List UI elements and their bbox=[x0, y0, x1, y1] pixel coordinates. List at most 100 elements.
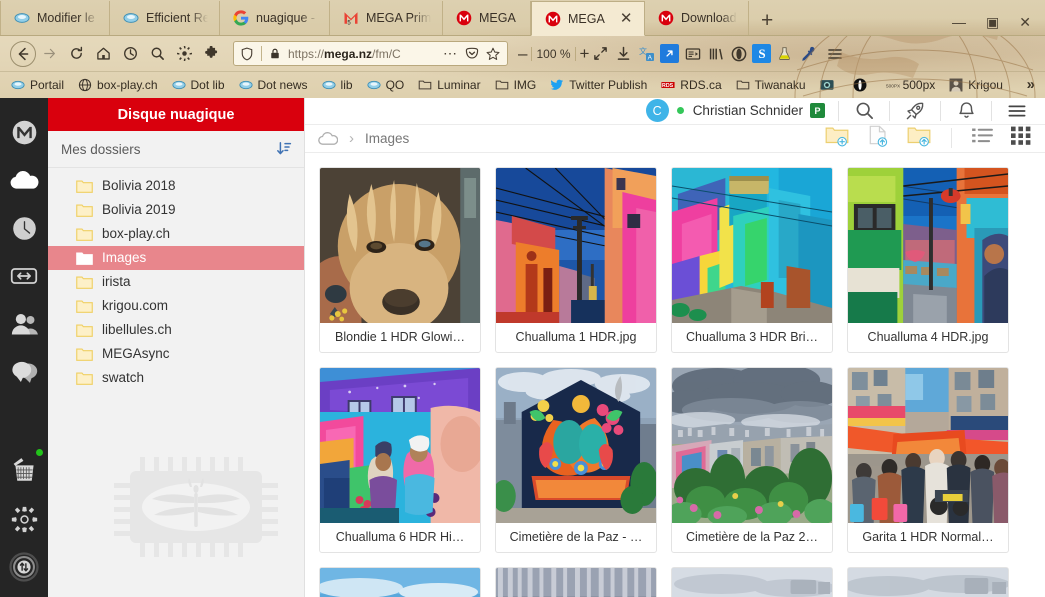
reload-button[interactable] bbox=[63, 40, 90, 67]
bookmark-box-play[interactable]: box-play.ch bbox=[71, 78, 164, 92]
grid-view-button[interactable] bbox=[1011, 126, 1031, 150]
sidebar-folder-bolivia-2018[interactable]: Bolivia 2018 bbox=[48, 174, 304, 198]
library-extension-button[interactable] bbox=[704, 42, 727, 65]
sidebar-folder-bolivia-2019[interactable]: Bolivia 2019 bbox=[48, 198, 304, 222]
sidebar-folder-libellules-ch[interactable]: libellules.ch bbox=[48, 318, 304, 342]
file-thumbnail[interactable] bbox=[848, 567, 1008, 597]
browser-tab-2[interactable]: nuagique - R bbox=[220, 1, 330, 35]
sidebar-folder-box-play-ch[interactable]: box-play.ch bbox=[48, 222, 304, 246]
sidebar-folder-krigou-com[interactable]: krigou.com bbox=[48, 294, 304, 318]
flask-extension-button[interactable] bbox=[773, 42, 796, 65]
rail-item-mega-logo[interactable] bbox=[0, 108, 48, 156]
new-tab-button[interactable]: + bbox=[749, 10, 783, 35]
reader-extension-button[interactable] bbox=[681, 42, 704, 65]
topbar-notifications-button[interactable] bbox=[954, 99, 978, 123]
file-card[interactable]: Cimetière de la Paz 2… bbox=[671, 366, 833, 553]
bookmark-camera[interactable] bbox=[813, 78, 846, 92]
browser-tab-5-active[interactable]: MEGA ✕ bbox=[531, 1, 645, 36]
back-button[interactable] bbox=[10, 40, 36, 67]
bookmark-lib[interactable]: lib bbox=[315, 78, 360, 92]
forward-button[interactable] bbox=[36, 40, 63, 67]
file-thumbnail[interactable] bbox=[496, 367, 656, 523]
file-card[interactable]: Blondie 1 HDR Glowi… bbox=[319, 166, 481, 353]
window-maximize-button[interactable]: ▣ bbox=[986, 15, 999, 29]
tab-close-icon[interactable]: ✕ bbox=[620, 11, 633, 26]
file-card[interactable]: Chualluma 4 HDR.jpg bbox=[847, 166, 1009, 353]
star-icon[interactable] bbox=[486, 47, 500, 61]
file-card[interactable] bbox=[495, 566, 657, 597]
window-close-button[interactable]: ✕ bbox=[1019, 15, 1031, 29]
browser-tab-1[interactable]: Efficient Rem bbox=[110, 1, 220, 35]
file-thumbnail[interactable] bbox=[672, 367, 832, 523]
popout-extension-button[interactable] bbox=[658, 42, 681, 65]
file-thumbnail[interactable] bbox=[320, 367, 480, 523]
file-card[interactable]: Garita 1 HDR Normal… bbox=[847, 366, 1009, 553]
bookmark-luminar[interactable]: Luminar bbox=[411, 78, 487, 92]
new-folder-button[interactable] bbox=[825, 125, 849, 152]
cloud-icon[interactable] bbox=[318, 131, 338, 146]
breadcrumb-current[interactable]: Images bbox=[365, 131, 409, 146]
bookmark-qo[interactable]: QO bbox=[360, 78, 412, 92]
pocket-icon[interactable] bbox=[465, 47, 479, 61]
file-thumbnail[interactable] bbox=[848, 167, 1008, 323]
list-view-button[interactable] bbox=[972, 127, 993, 149]
translate-extension-button[interactable]: 文A bbox=[635, 42, 658, 65]
search-button[interactable] bbox=[144, 40, 171, 67]
bookmark-rds[interactable]: RDS RDS.ca bbox=[654, 78, 728, 92]
sort-button[interactable] bbox=[276, 141, 292, 157]
rail-item-sync[interactable] bbox=[0, 543, 48, 591]
file-thumbnail[interactable] bbox=[320, 567, 480, 597]
rail-item-rubbish-bin[interactable] bbox=[0, 443, 48, 495]
window-minimize-button[interactable]: — bbox=[952, 15, 966, 29]
bookmark-twitter-publish[interactable]: Twitter Publish bbox=[543, 78, 654, 92]
bookmark-krigou[interactable]: Krigou bbox=[942, 78, 1010, 92]
opera-extension-button[interactable] bbox=[727, 42, 750, 65]
file-card[interactable] bbox=[319, 566, 481, 597]
topbar-menu-button[interactable] bbox=[1005, 99, 1029, 123]
fullscreen-button[interactable] bbox=[589, 42, 612, 65]
rail-item-settings[interactable] bbox=[0, 495, 48, 543]
rail-item-recents[interactable] bbox=[0, 204, 48, 252]
file-upload-button[interactable] bbox=[867, 125, 889, 152]
history-button[interactable] bbox=[117, 40, 144, 67]
file-card[interactable]: Chualluma 6 HDR Hi… bbox=[319, 366, 481, 553]
bookmark-500px[interactable]: 500PX 500px bbox=[879, 78, 943, 92]
bookmarks-overflow-button[interactable]: » bbox=[1027, 76, 1041, 93]
rail-item-contacts[interactable] bbox=[0, 300, 48, 348]
bookmark-medium[interactable] bbox=[846, 78, 879, 92]
address-bar[interactable]: https://mega.nz/fm/C ⋯ bbox=[233, 41, 508, 66]
folder-upload-button[interactable] bbox=[907, 125, 931, 152]
home-button[interactable] bbox=[90, 40, 117, 67]
file-card[interactable]: Chualluma 1 HDR.jpg bbox=[495, 166, 657, 353]
browser-tab-6[interactable]: Download ou bbox=[645, 1, 749, 35]
file-thumbnail[interactable] bbox=[496, 167, 656, 323]
bookmark-tiwanaku[interactable]: Tiwanaku bbox=[729, 78, 813, 92]
downloads-button[interactable] bbox=[612, 42, 635, 65]
file-thumbnail[interactable] bbox=[672, 167, 832, 323]
bookmark-dot-news[interactable]: Dot news bbox=[232, 78, 315, 92]
browser-tab-4[interactable]: MEGA bbox=[443, 1, 531, 35]
rail-item-transfers[interactable] bbox=[0, 252, 48, 300]
rail-item-chat[interactable] bbox=[0, 348, 48, 396]
file-thumbnail[interactable] bbox=[320, 167, 480, 323]
file-thumbnail[interactable] bbox=[672, 567, 832, 597]
settings-button[interactable] bbox=[171, 40, 198, 67]
shield-icon[interactable] bbox=[240, 47, 254, 61]
rail-item-cloud-drive[interactable] bbox=[0, 156, 48, 204]
bookmark-dot-lib[interactable]: Dot lib bbox=[165, 78, 232, 92]
sidebar-folder-megasync[interactable]: MEGAsync bbox=[48, 342, 304, 366]
avatar[interactable]: C bbox=[645, 99, 669, 123]
bookmark-img[interactable]: IMG bbox=[488, 78, 544, 92]
file-card[interactable]: Cimetière de la Paz - … bbox=[495, 366, 657, 553]
zoom-out-button[interactable]: – bbox=[518, 45, 527, 62]
topbar-search-button[interactable] bbox=[852, 99, 876, 123]
browser-tab-0[interactable]: Modifier le bl bbox=[0, 1, 110, 35]
addons-button[interactable] bbox=[198, 40, 225, 67]
sidebar-folder-irista[interactable]: irista bbox=[48, 270, 304, 294]
file-thumbnail[interactable] bbox=[496, 567, 656, 597]
s-extension-button[interactable]: S bbox=[750, 42, 773, 65]
eyedropper-extension-button[interactable] bbox=[796, 42, 819, 65]
browser-menu-button[interactable] bbox=[823, 42, 846, 65]
ellipsis-icon[interactable]: ⋯ bbox=[443, 45, 458, 62]
file-card[interactable] bbox=[847, 566, 1009, 597]
